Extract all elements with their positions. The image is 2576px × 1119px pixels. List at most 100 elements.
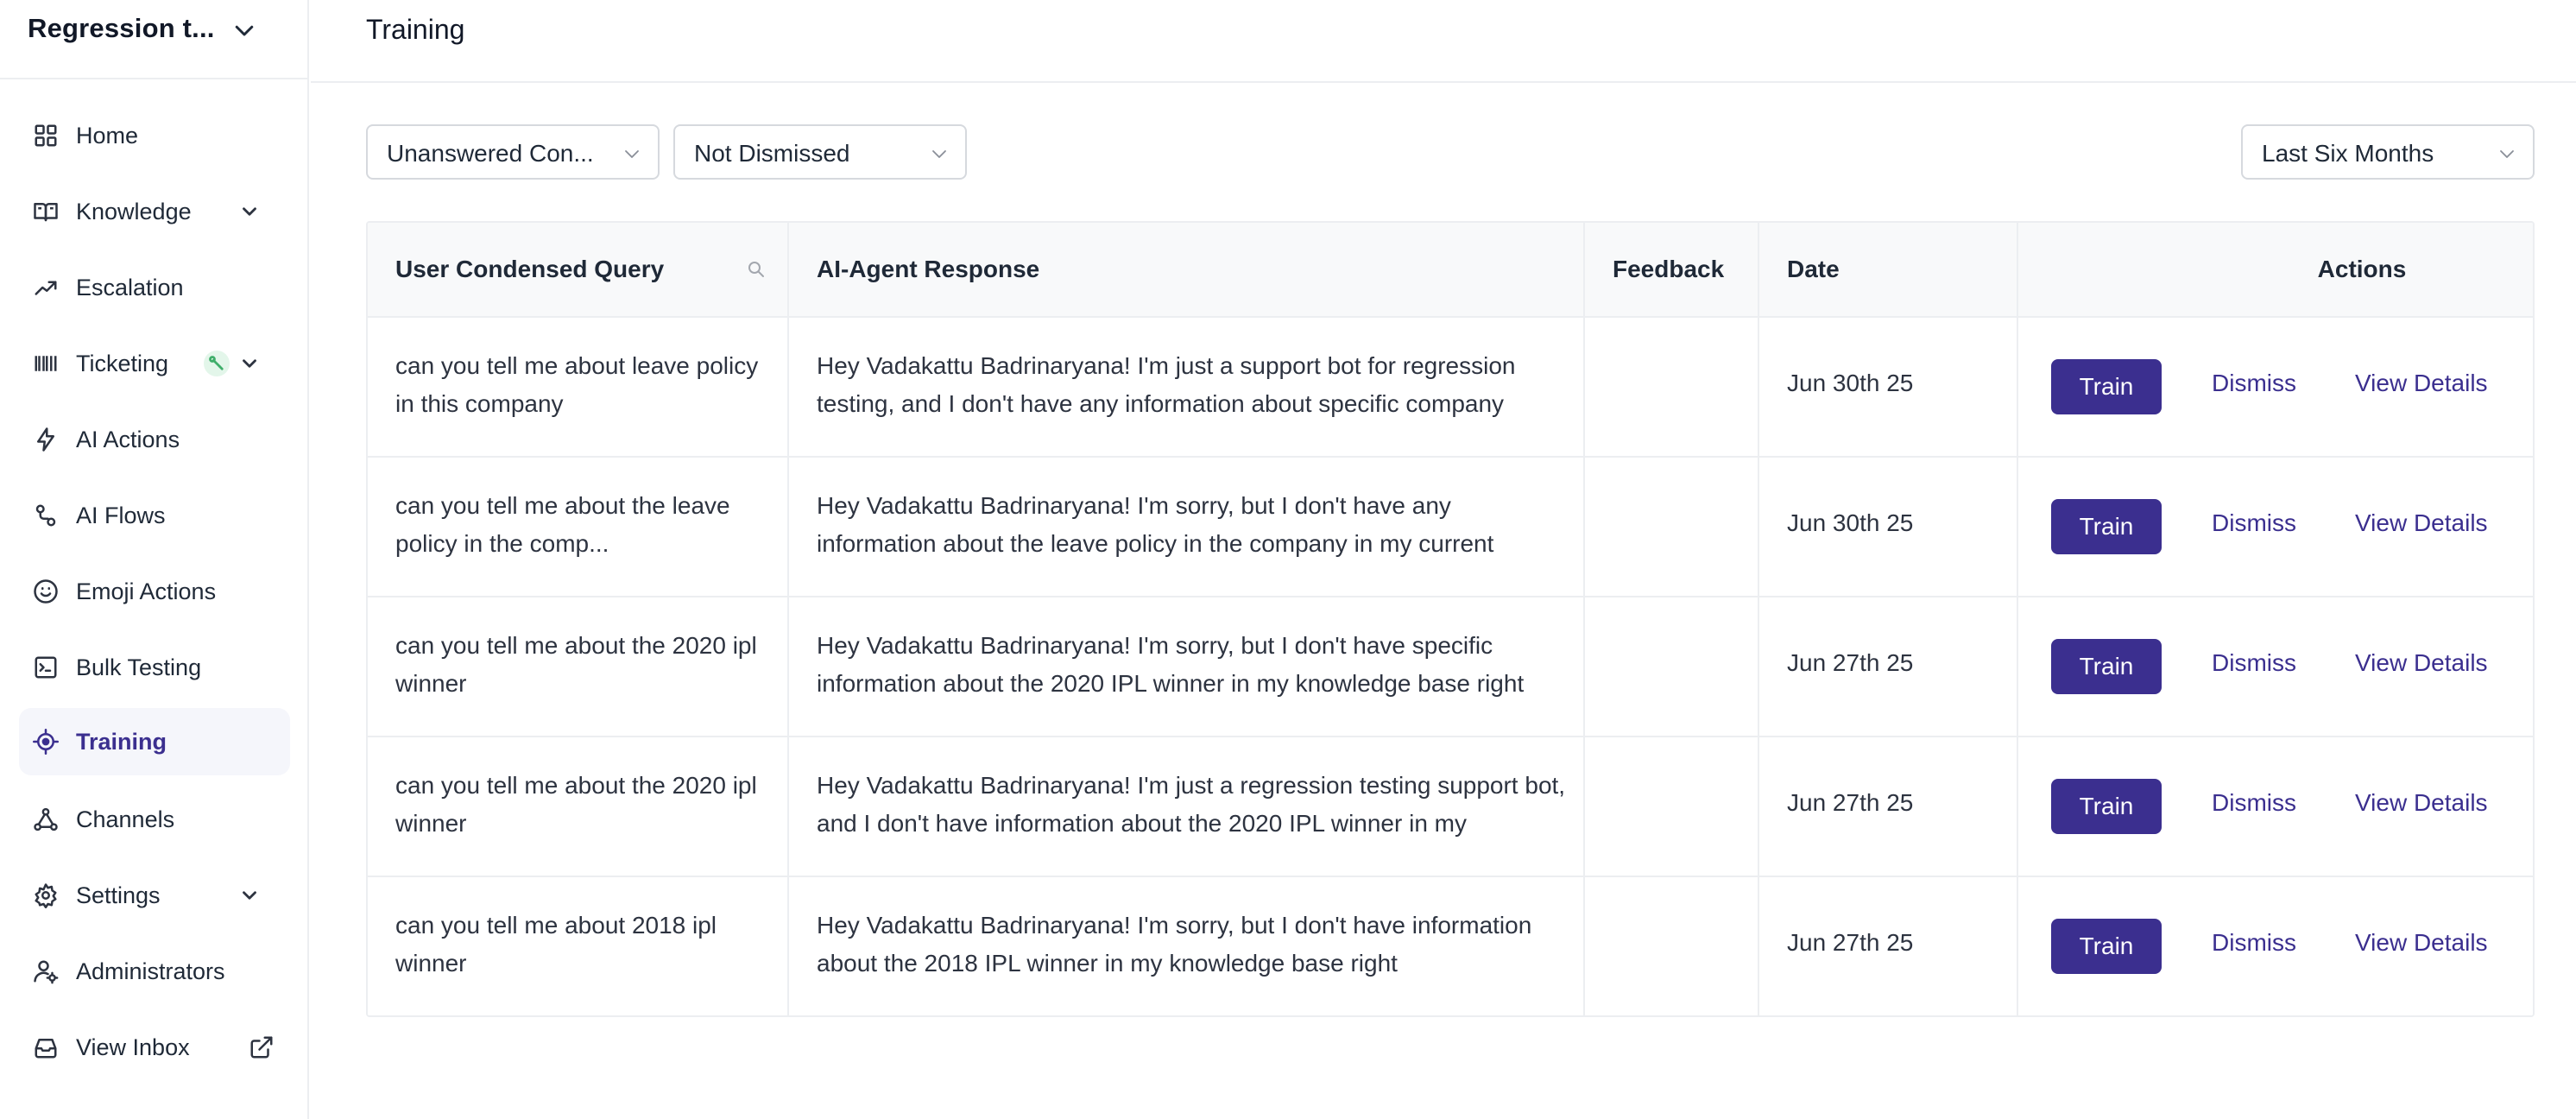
sidebar-item-bulk-testing[interactable]: Bulk Testing: [19, 634, 290, 701]
date-cell: Jun 30th 25: [1787, 370, 1914, 396]
sidebar-item-label: Training: [76, 729, 167, 755]
sidebar-item-channels[interactable]: Channels: [19, 786, 290, 853]
dismiss-link[interactable]: Dismiss: [2212, 370, 2296, 397]
column-divider: [1583, 223, 1585, 1015]
query-cell: can you tell me about the 2020 ipl winne…: [395, 632, 757, 697]
sidebar-item-label: Ticketing: [76, 351, 169, 376]
date-cell: Jun 27th 25: [1787, 789, 1914, 816]
topbar: Training: [311, 0, 2576, 83]
column-divider: [787, 223, 789, 1015]
sidebar-item-label: Knowledge: [76, 199, 192, 224]
user-gear-icon: [34, 960, 59, 984]
search-icon[interactable]: [746, 259, 767, 280]
dismiss-link[interactable]: Dismiss: [2212, 929, 2296, 957]
workspace-switcher[interactable]: Regression t...: [0, 0, 307, 79]
table-row: can you tell me about 2018 ipl winner He…: [368, 877, 2533, 1015]
query-cell: can you tell me about the 2020 ipl winne…: [395, 772, 757, 837]
workspace-name: Regression t...: [28, 13, 215, 43]
view-details-link[interactable]: View Details: [2355, 789, 2488, 817]
flow-icon: [35, 504, 56, 527]
chevron-down-icon[interactable]: [238, 884, 261, 907]
sidebar-item-emoji-actions[interactable]: Emoji Actions: [19, 558, 290, 625]
grid-icon: [35, 124, 57, 147]
table-row: can you tell me about the 2020 ipl winne…: [368, 737, 2533, 877]
sidebar-item-label: Channels: [76, 806, 175, 832]
type-filter-select[interactable]: Unanswered Con...: [366, 124, 660, 180]
training-table: User Condensed Query AI-Agent Response F…: [366, 221, 2535, 1017]
status-filter-select[interactable]: Not Dismissed: [673, 124, 967, 180]
table-row: can you tell me about the 2020 ipl winne…: [368, 597, 2533, 737]
query-cell: can you tell me about 2018 ipl winner: [395, 912, 717, 977]
crosshair-icon: [33, 729, 59, 755]
network-icon: [34, 807, 58, 831]
view-details-link[interactable]: View Details: [2355, 929, 2488, 957]
sidebar-item-administrators[interactable]: Administrators: [19, 938, 290, 1005]
dismiss-link[interactable]: Dismiss: [2212, 789, 2296, 817]
table-row: can you tell me about leave policy in th…: [368, 318, 2533, 458]
chevron-down-icon: [625, 150, 639, 158]
sidebar-item-ai-flows[interactable]: AI Flows: [19, 482, 290, 549]
chevron-down-icon: [235, 25, 254, 36]
sidebar-item-label: Emoji Actions: [76, 578, 217, 604]
train-button[interactable]: Train: [2051, 779, 2162, 834]
sidebar-item-view-inbox[interactable]: View Inbox: [19, 1014, 290, 1081]
sidebar-item-escalation[interactable]: Escalation: [19, 254, 290, 321]
chevron-down-icon[interactable]: [238, 352, 261, 375]
view-details-link[interactable]: View Details: [2355, 370, 2488, 397]
date-cell: Jun 30th 25: [1787, 509, 1914, 536]
barcode-icon: [35, 356, 57, 371]
select-value: Unanswered Con...: [387, 140, 594, 167]
app: Regression t... Home Knowledge Escalatio…: [0, 0, 2576, 1119]
sidebar-item-settings[interactable]: Settings: [19, 862, 290, 929]
trend-up-icon: [35, 281, 57, 295]
table-header: User Condensed Query AI-Agent Response F…: [368, 223, 2533, 318]
response-cell: Hey Vadakattu Badrinaryana! I'm sorry, b…: [817, 632, 1525, 697]
sidebar-item-home[interactable]: Home: [19, 102, 290, 169]
sidebar-item-ai-actions[interactable]: AI Actions: [19, 406, 290, 473]
sidebar-item-ticketing[interactable]: Ticketing: [19, 330, 290, 397]
column-header-response: AI-Agent Response: [817, 256, 1040, 282]
lightning-icon: [37, 427, 54, 452]
view-details-link[interactable]: View Details: [2355, 649, 2488, 677]
column-header-feedback: Feedback: [1613, 256, 1725, 282]
table-row: can you tell me about the leave policy i…: [368, 458, 2533, 597]
response-cell: Hey Vadakattu Badrinaryana! I'm just a s…: [817, 352, 1516, 417]
integration-status-badge: [204, 351, 230, 376]
inbox-icon: [35, 1039, 57, 1059]
sidebar-item-label: AI Actions: [76, 427, 180, 452]
chevron-down-icon[interactable]: [238, 200, 261, 223]
page-title: Training: [366, 14, 465, 45]
column-divider: [1758, 223, 1759, 1015]
sidebar-item-knowledge[interactable]: Knowledge: [19, 178, 290, 245]
dismiss-link[interactable]: Dismiss: [2212, 649, 2296, 677]
external-link-icon: [250, 1036, 273, 1059]
book-icon: [34, 203, 58, 222]
dismiss-link[interactable]: Dismiss: [2212, 509, 2296, 537]
sidebar-item-label: Home: [76, 123, 139, 149]
sidebar-item-label: View Inbox: [76, 1034, 190, 1060]
date-range-select[interactable]: Last Six Months: [2241, 124, 2535, 180]
sidebar-item-training[interactable]: Training: [19, 708, 290, 775]
sidebar-item-label: Escalation: [76, 275, 184, 300]
wrench-icon: [209, 356, 224, 370]
date-cell: Jun 27th 25: [1787, 649, 1914, 676]
train-button[interactable]: Train: [2051, 639, 2162, 694]
chevron-down-icon: [2500, 150, 2514, 158]
train-button[interactable]: Train: [2051, 919, 2162, 974]
chevron-down-icon: [932, 150, 946, 158]
column-header-query: User Condensed Query: [395, 256, 665, 282]
date-cell: Jun 27th 25: [1787, 929, 1914, 956]
query-cell: can you tell me about leave policy in th…: [395, 352, 759, 417]
view-details-link[interactable]: View Details: [2355, 509, 2488, 537]
train-button[interactable]: Train: [2051, 499, 2162, 554]
column-header-actions: Actions: [2317, 256, 2407, 282]
response-cell: Hey Vadakattu Badrinaryana! I'm just a r…: [817, 772, 1566, 837]
query-cell: can you tell me about the leave policy i…: [395, 492, 730, 557]
response-cell: Hey Vadakattu Badrinaryana! I'm sorry, b…: [817, 912, 1532, 977]
select-value: Last Six Months: [2262, 140, 2434, 167]
train-button[interactable]: Train: [2051, 359, 2162, 414]
sidebar-item-label: Bulk Testing: [76, 654, 202, 680]
response-cell: Hey Vadakattu Badrinaryana! I'm sorry, b…: [817, 492, 1494, 557]
sidebar-item-label: Settings: [76, 882, 161, 908]
column-divider: [2017, 223, 2018, 1015]
